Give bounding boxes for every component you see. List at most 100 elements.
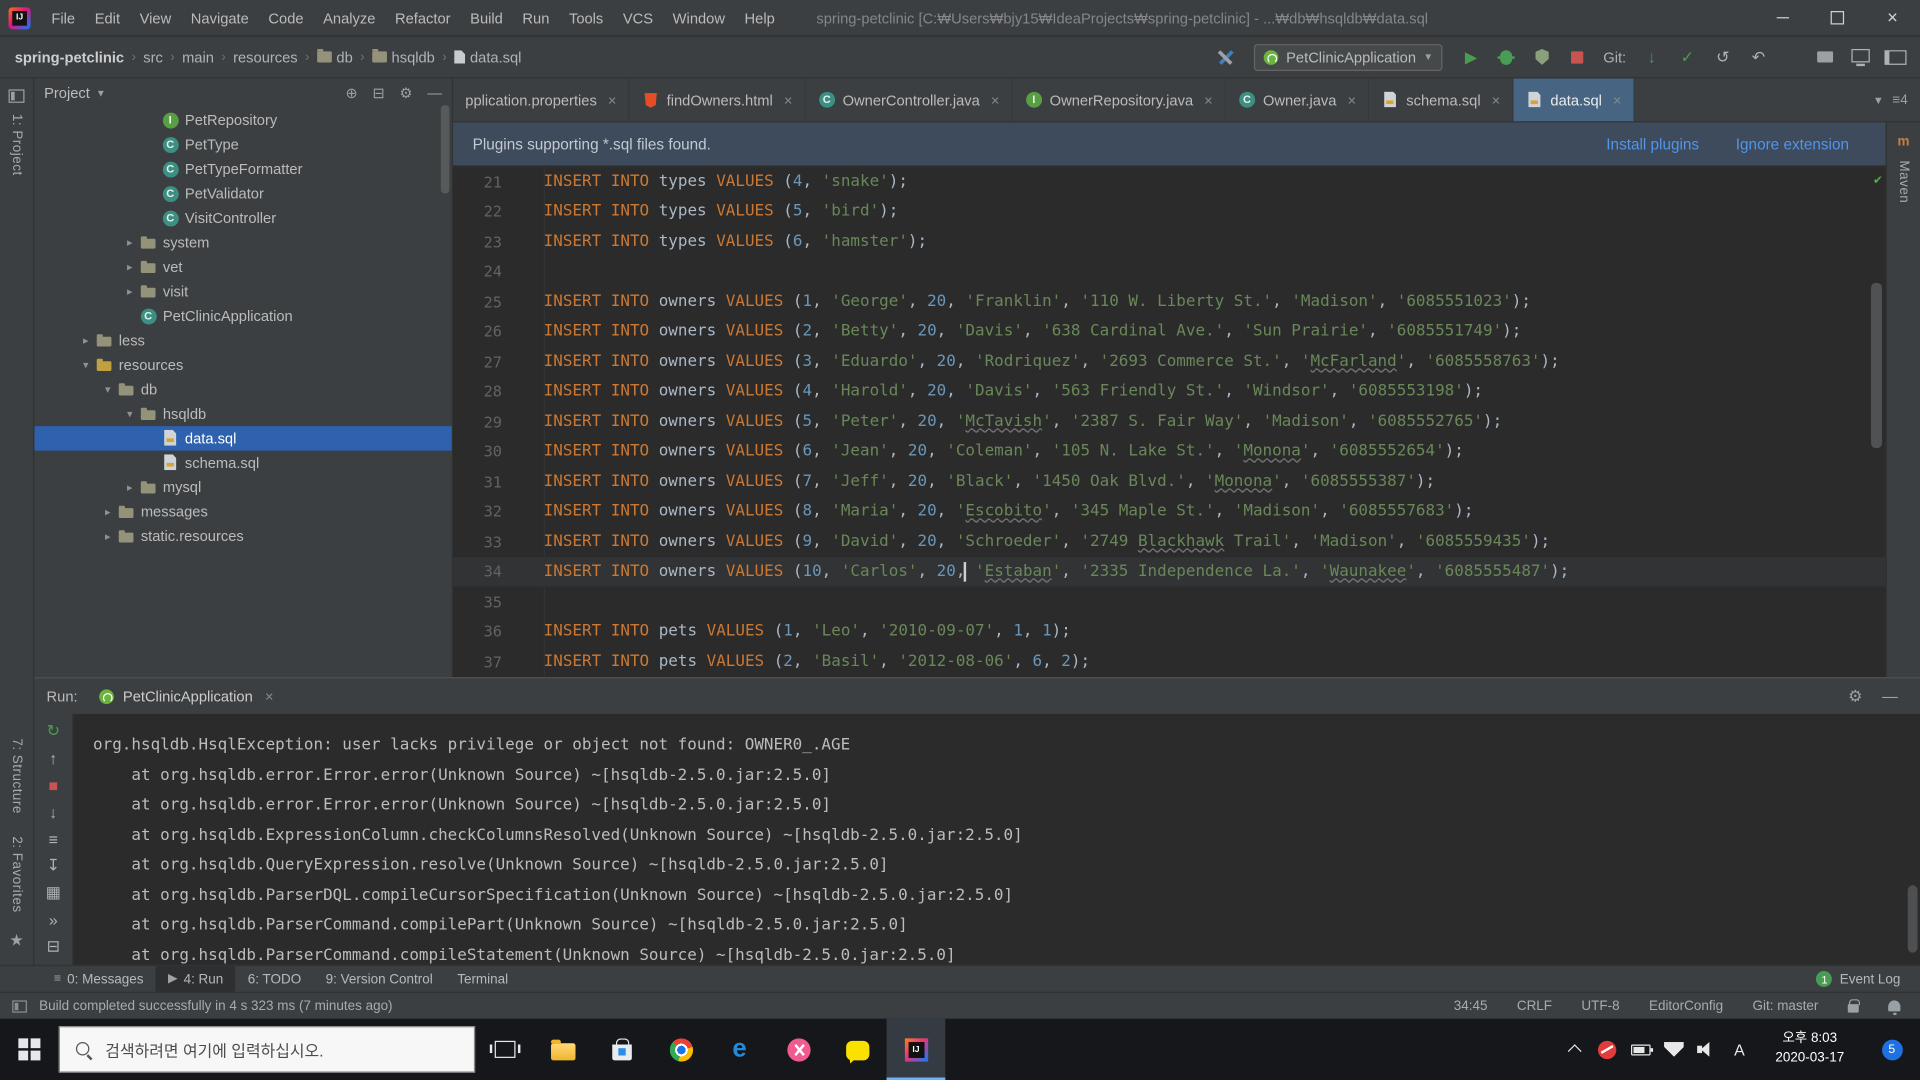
tree-item-pettype[interactable]: PetType [34, 132, 452, 156]
run-icon[interactable]: ▶ [1459, 45, 1483, 69]
tray-battery[interactable] [1624, 1019, 1657, 1080]
menu-vcs[interactable]: VCS [613, 0, 663, 36]
lock-icon[interactable] [1848, 1003, 1859, 1012]
tree-collapsed-arrow-icon[interactable]: ▸ [98, 505, 118, 518]
menu-edit[interactable]: Edit [85, 0, 130, 36]
status-utf-8[interactable]: UTF-8 [1581, 999, 1619, 1014]
tab-findowners-html[interactable]: findOwners.html× [630, 78, 806, 121]
close-tab-icon[interactable]: × [991, 91, 1000, 108]
stop-icon[interactable]: ■ [42, 774, 64, 796]
tree-item-petrepository[interactable]: PetRepository [34, 108, 452, 132]
code-line-35[interactable]: 35 [453, 587, 1886, 617]
terminal-window-icon[interactable] [1848, 45, 1872, 69]
tree-item-resources[interactable]: ▾resources [34, 353, 452, 377]
code-line-21[interactable]: 21INSERT INTO types VALUES (4, 'snake'); [453, 167, 1886, 197]
tree-item-mysql[interactable]: ▸mysql [34, 475, 452, 499]
console-output[interactable]: org.hsqldb.HsqlException: user lacks pri… [73, 714, 1920, 965]
project-panel-title[interactable]: Project [44, 84, 90, 101]
project-structure-icon[interactable] [1812, 45, 1836, 69]
code-line-37[interactable]: 37INSERT INTO pets VALUES (2, 'Basil', '… [453, 647, 1886, 677]
tree-item-petvalidator[interactable]: PetValidator [34, 181, 452, 205]
tab-owner-java[interactable]: Owner.java× [1226, 78, 1369, 121]
tree-expanded-arrow-icon[interactable]: ▾ [98, 383, 118, 396]
menu-navigate[interactable]: Navigate [181, 0, 259, 36]
tab-schema-sql[interactable]: schema.sql× [1370, 78, 1514, 121]
favorites-star-icon[interactable]: ★ [9, 923, 23, 957]
coverage-icon[interactable] [1530, 45, 1554, 69]
breadcrumb-hsqldb[interactable]: hsqldb [370, 48, 438, 65]
tree-item-hsqldb[interactable]: ▾hsqldb [34, 402, 452, 426]
tab-data-sql[interactable]: data.sql× [1514, 78, 1635, 121]
clock[interactable]: 오후 8:03 2020-03-17 [1756, 1030, 1864, 1069]
commit-icon[interactable]: ✓ [1675, 45, 1699, 69]
settings-gear-icon[interactable]: ⚙ [1848, 686, 1862, 706]
close-tab-icon[interactable]: × [608, 91, 617, 108]
hide-panel-icon[interactable]: — [1882, 686, 1898, 706]
menu-refactor[interactable]: Refactor [385, 0, 460, 36]
menu-build[interactable]: Build [460, 0, 512, 36]
tree-item-system[interactable]: ▸system [34, 230, 452, 254]
event-log-button[interactable]: 1 Event Log [1816, 971, 1920, 987]
tab-ownerrepository-java[interactable]: OwnerRepository.java× [1013, 78, 1226, 121]
print-icon[interactable]: ▦ [42, 882, 64, 904]
stripe-project[interactable]: 1: Project [9, 103, 24, 187]
rollback-icon[interactable]: ↶ [1746, 45, 1770, 69]
status-crlf[interactable]: CRLF [1517, 999, 1552, 1014]
close-button[interactable] [1865, 0, 1920, 36]
edge-taskbar-button[interactable] [710, 1019, 769, 1080]
breadcrumb-db[interactable]: db [314, 48, 355, 65]
menu-code[interactable]: Code [259, 0, 314, 36]
tree-item-petclinicapplication[interactable]: PetClinicApplication [34, 304, 452, 328]
breadcrumb-data-sql[interactable]: data.sql [452, 48, 524, 65]
code-line-27[interactable]: 27INSERT INTO owners VALUES (3, 'Eduardo… [453, 347, 1886, 377]
menu-run[interactable]: Run [513, 0, 560, 36]
status-34-45[interactable]: 34:45 [1454, 999, 1488, 1014]
status-editorconfig[interactable]: EditorConfig [1649, 999, 1723, 1014]
settings-gear-icon[interactable]: ⚙ [399, 84, 412, 101]
code-line-31[interactable]: 31INSERT INTO owners VALUES (7, 'Jeff', … [453, 467, 1886, 497]
action-center-button[interactable]: 5 [1864, 1019, 1920, 1080]
tab-ownercontroller-java[interactable]: OwnerController.java× [806, 78, 1013, 121]
tree-item-data-sql[interactable]: data.sql [34, 426, 452, 450]
tree-item-schema-sql[interactable]: schema.sql [34, 451, 452, 475]
soft-wrap-icon[interactable]: ≡ [42, 828, 64, 850]
close-icon[interactable]: × [265, 688, 274, 705]
close-tab-icon[interactable]: × [1492, 91, 1501, 108]
tree-item-less[interactable]: ▸less [34, 328, 452, 352]
tree-expanded-arrow-icon[interactable]: ▾ [120, 407, 140, 420]
chevron-down-icon[interactable]: ▼ [96, 88, 106, 99]
store-taskbar-button[interactable] [593, 1019, 652, 1080]
code-line-23[interactable]: 23INSERT INTO types VALUES (6, 'hamster'… [453, 227, 1886, 257]
file-explorer-taskbar-button[interactable] [534, 1019, 593, 1080]
tree-item-messages[interactable]: ▸messages [34, 500, 452, 524]
editor-scrollbar[interactable] [1871, 283, 1882, 448]
tree-collapsed-arrow-icon[interactable]: ▸ [120, 481, 140, 494]
toolwindow-0-messages[interactable]: ≡0: Messages [42, 966, 156, 993]
breadcrumb-main[interactable]: main [180, 48, 217, 65]
build-tool-icon[interactable] [1214, 45, 1238, 69]
tree-collapsed-arrow-icon[interactable]: ▸ [120, 260, 140, 273]
scroll-to-end-icon[interactable]: ↧ [42, 855, 64, 877]
run-console-tab[interactable]: PetClinicApplication × [90, 678, 284, 714]
close-tab-icon[interactable]: × [784, 91, 793, 108]
up-stack-icon[interactable]: ↑ [42, 747, 64, 769]
code-line-30[interactable]: 30INSERT INTO owners VALUES (6, 'Jean', … [453, 437, 1886, 467]
status-git-master[interactable]: Git: master [1752, 999, 1818, 1014]
tree-collapsed-arrow-icon[interactable]: ▸ [120, 236, 140, 249]
code-line-36[interactable]: 36INSERT INTO pets VALUES (1, 'Leo', '20… [453, 617, 1886, 647]
minimize-button[interactable] [1755, 0, 1810, 36]
menu-window[interactable]: Window [663, 0, 735, 36]
collapse-all-icon[interactable]: ⊟ [372, 84, 384, 101]
menu-tools[interactable]: Tools [559, 0, 613, 36]
ignore-extension-link[interactable]: Ignore extension [1736, 135, 1849, 152]
install-plugins-link[interactable]: Install plugins [1606, 135, 1699, 152]
tree-collapsed-arrow-icon[interactable]: ▸ [98, 530, 118, 543]
inspection-ok-icon[interactable]: ✔ [1874, 171, 1882, 187]
down-stack-icon[interactable]: ↓ [42, 801, 64, 823]
console-scrollbar[interactable] [1908, 885, 1918, 952]
notifications-bell-icon[interactable] [1888, 1000, 1900, 1011]
toggle-toolwindows-icon[interactable] [12, 1000, 27, 1012]
kakao-app-taskbar-button[interactable] [828, 1019, 887, 1080]
tray-volume[interactable] [1690, 1019, 1723, 1080]
code-line-25[interactable]: 25INSERT INTO owners VALUES (1, 'George'… [453, 287, 1886, 317]
